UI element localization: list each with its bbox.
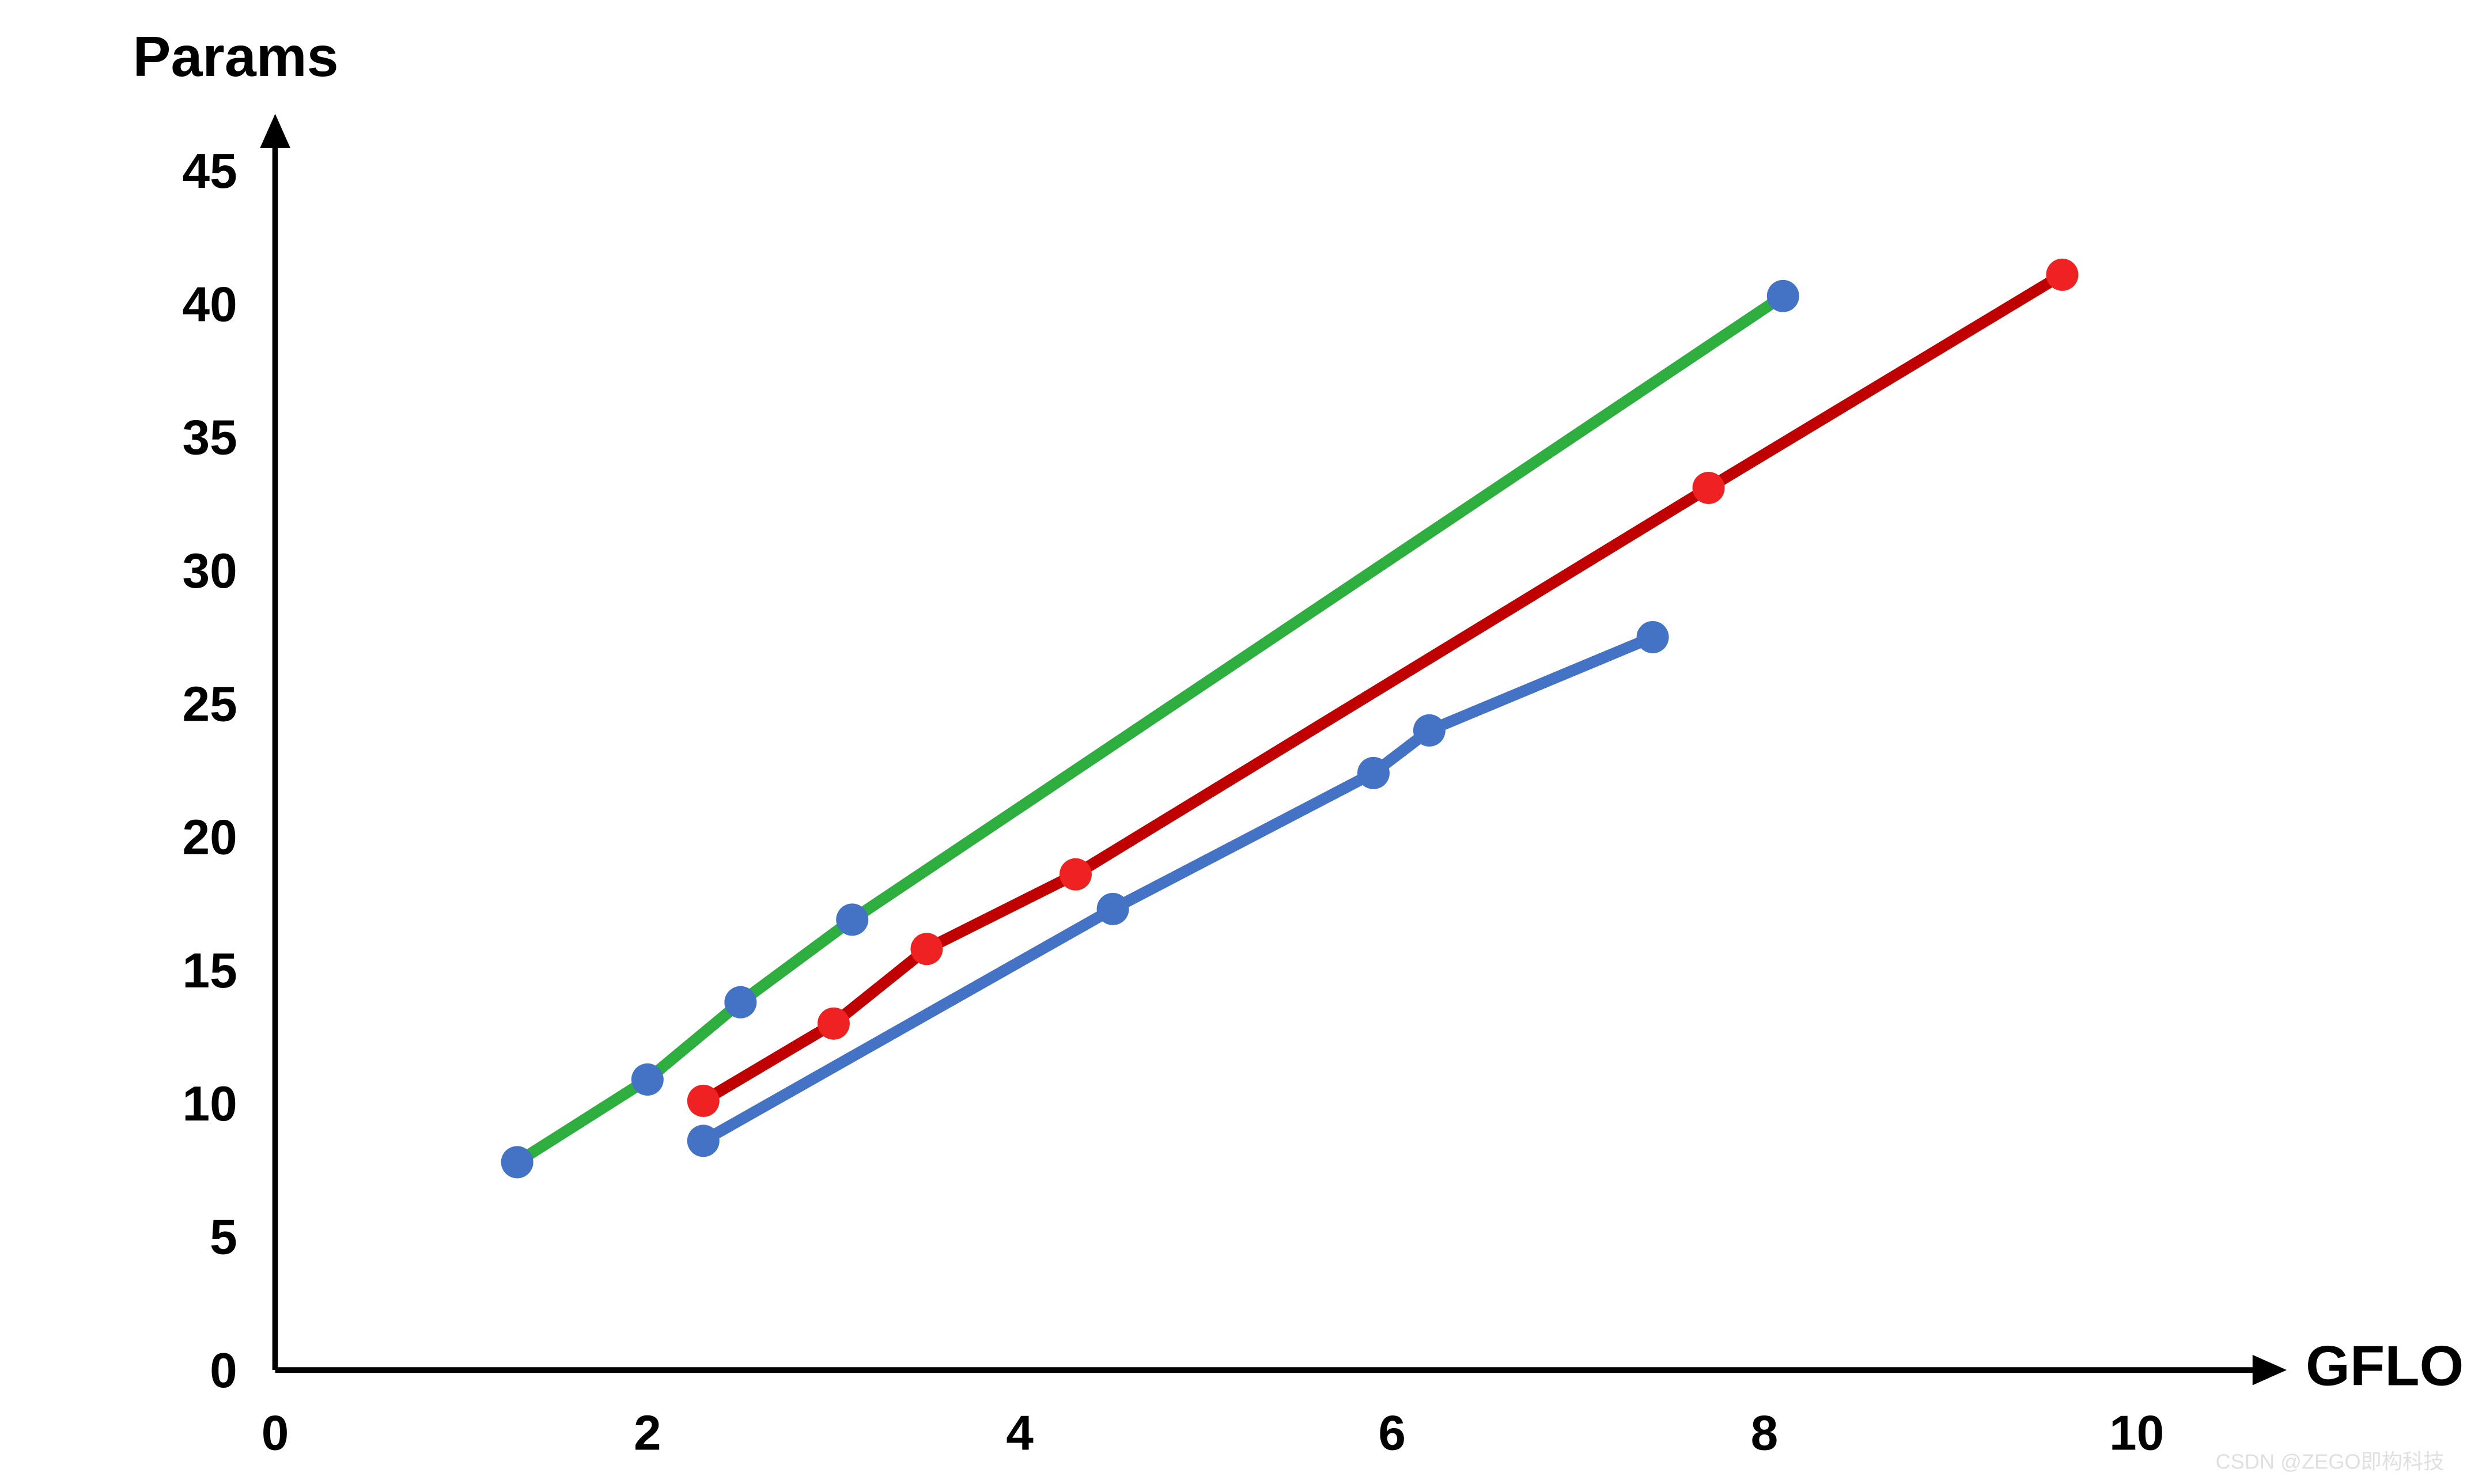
- chart-svg: 0 2 4 6 8 10 0 5 10 15 20 25 30 35 40 45 Params GFLOPs CSD…: [0, 0, 2467, 1484]
- series-point-blue: [1413, 714, 1446, 747]
- series-point-blue: [1357, 757, 1390, 789]
- series-point-red: [818, 1008, 850, 1040]
- series-point-red: [1693, 472, 1725, 504]
- series-line-green: [517, 296, 1783, 1162]
- x-tick-label: 8: [1751, 1405, 1779, 1460]
- series-point-red: [2046, 259, 2078, 291]
- series-point-blue: [1097, 893, 1129, 925]
- y-axis-arrow: [260, 114, 290, 148]
- watermark: CSDN @ZEGO即构科技: [2215, 1449, 2444, 1473]
- series-group: [501, 259, 2079, 1178]
- x-tick-label: 0: [262, 1405, 289, 1460]
- y-axis-title: Params: [133, 25, 339, 88]
- y-tick-label: 30: [182, 543, 237, 599]
- chart-container: 0 2 4 6 8 10 0 5 10 15 20 25 30 35 40 45 Params GFLOPs CSD…: [0, 0, 2467, 1483]
- series-point-green: [501, 1146, 533, 1178]
- y-tick-label: 5: [210, 1209, 237, 1265]
- x-axis-title: GFLOPs: [2306, 1334, 2467, 1398]
- series-point-green: [836, 903, 868, 936]
- y-tick-label: 35: [182, 410, 237, 465]
- y-tick-label: 20: [182, 810, 237, 865]
- x-tick-label: 2: [634, 1405, 661, 1460]
- series-line-blue: [703, 637, 1653, 1141]
- series-point-green: [631, 1063, 664, 1096]
- series-line-red: [703, 275, 2063, 1101]
- y-tick-label: 25: [182, 676, 237, 732]
- y-tick-label: 10: [182, 1076, 237, 1131]
- series-point-green: [1767, 280, 1799, 312]
- series-point-blue: [687, 1125, 720, 1157]
- y-tick-label: 15: [182, 943, 237, 998]
- series-point-red: [687, 1085, 720, 1117]
- y-tick-label: 45: [182, 143, 237, 199]
- y-tick-label: 0: [210, 1343, 237, 1398]
- y-tick-label: 40: [182, 277, 237, 332]
- series-point-red: [1060, 858, 1092, 891]
- x-tick-label: 4: [1006, 1405, 1034, 1460]
- series-point-red: [910, 933, 943, 965]
- x-axis-arrow: [2253, 1355, 2287, 1385]
- x-tick-label: 10: [2109, 1405, 2164, 1460]
- series-point-blue: [1637, 621, 1669, 653]
- series-point-green: [724, 986, 756, 1019]
- x-tick-label: 6: [1378, 1405, 1406, 1460]
